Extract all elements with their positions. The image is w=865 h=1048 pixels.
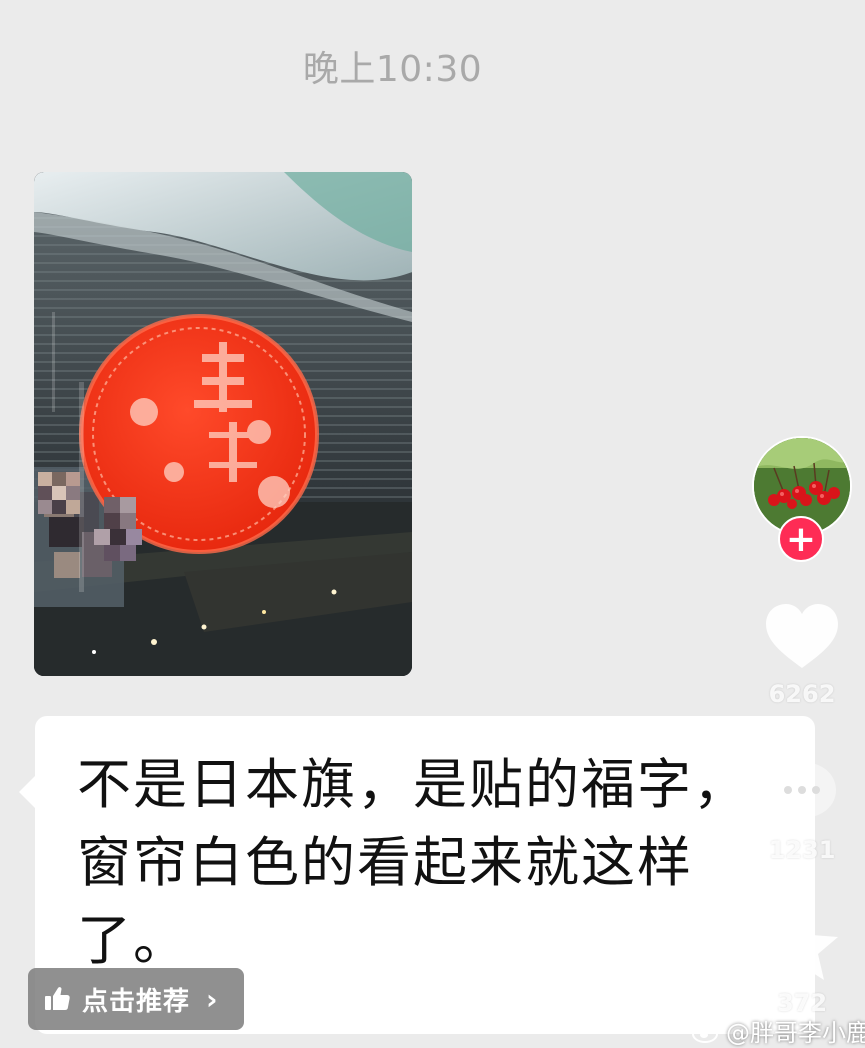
message-text: 不是日本旗，是贴的福字，窗帘白色的看起来就这样了。	[77, 753, 749, 972]
like-button[interactable]: 6262	[760, 596, 844, 708]
follow-button[interactable]: +	[778, 516, 824, 562]
favorite-button[interactable]: 372	[760, 905, 844, 1017]
star-icon	[766, 911, 838, 980]
recommend-button[interactable]: 点击推荐 ›	[28, 968, 244, 1030]
like-count: 6262	[768, 680, 836, 708]
comment-icon	[768, 762, 836, 826]
recommend-label: 点击推荐	[82, 986, 191, 1017]
window-fu-photo	[34, 172, 412, 676]
weibo-icon	[692, 1019, 721, 1043]
chevron-right-icon: ›	[206, 982, 218, 1016]
watermark-text: @胖哥李小鹿	[726, 1019, 865, 1047]
watermark: @胖哥李小鹿	[692, 1013, 865, 1048]
photo-message[interactable]	[34, 172, 412, 676]
comment-count: 1231	[768, 836, 836, 864]
creator-avatar-group[interactable]: +	[752, 436, 852, 566]
heart-icon	[766, 604, 838, 668]
thumbs-up-icon	[45, 987, 70, 1010]
message-timestamp: 晚上10:30	[302, 49, 483, 90]
comment-button[interactable]: 1231	[760, 752, 844, 864]
